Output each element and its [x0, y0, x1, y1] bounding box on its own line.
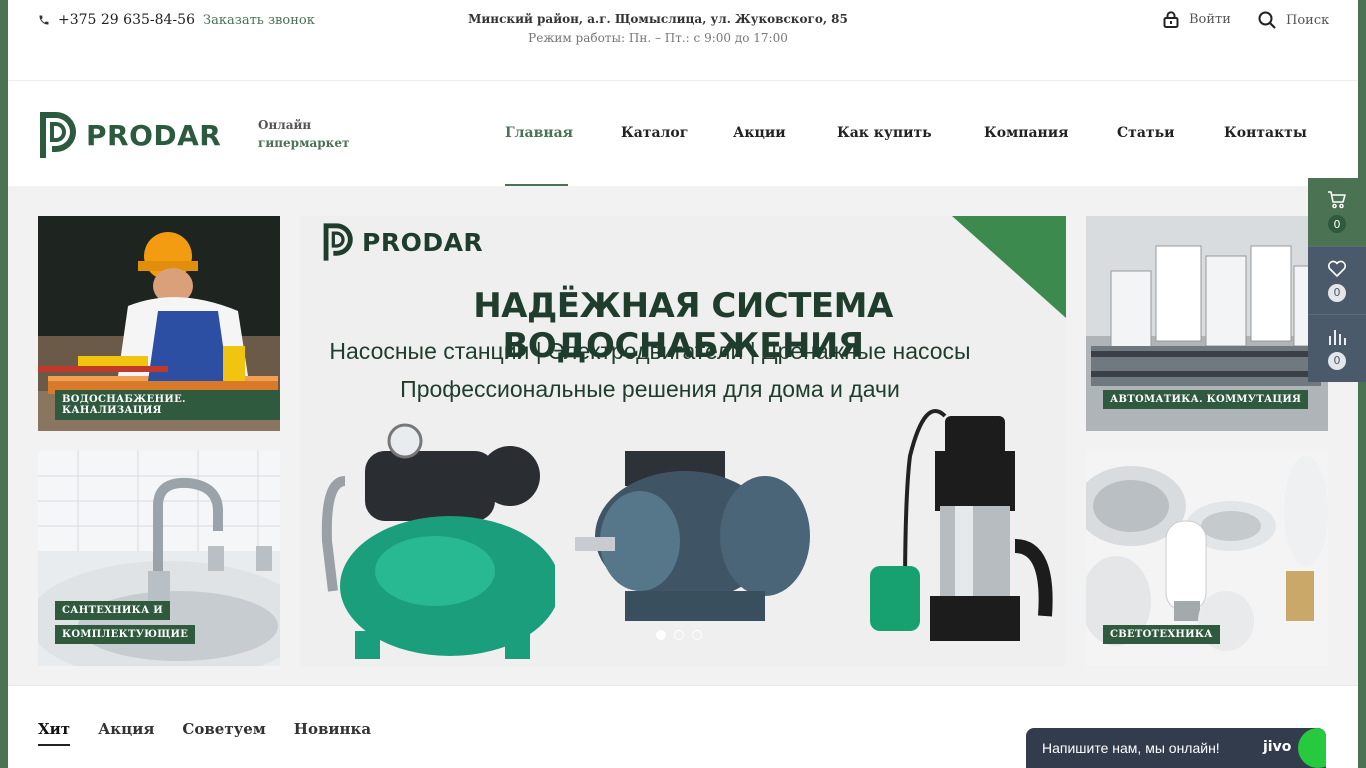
address-text: Минский район, а.г. Щомыслица, ул. Жуков… [468, 12, 848, 26]
cart-count: 0 [1328, 215, 1346, 233]
tagline-line1: Онлайн [258, 118, 312, 132]
tile-label-line1: САНТЕХНИКА И [55, 601, 171, 620]
nav-home[interactable]: Главная [505, 125, 573, 141]
chat-online-indicator-icon [1298, 728, 1326, 768]
nav-promotions[interactable]: Акции [733, 125, 786, 141]
tile-label: АВТОМАТИКА. КОММУТАЦИЯ [1103, 390, 1309, 409]
slider-dot-2[interactable] [674, 630, 684, 640]
compare-button[interactable]: 0 [1308, 314, 1366, 382]
lock-icon [1163, 11, 1179, 28]
chat-invite-text: Напишите нам, мы онлайн! [1042, 740, 1220, 756]
phone-icon [39, 15, 49, 25]
tile-label: ВОДОСНАБЖЕНИЕ. КАНАЛИЗАЦИЯ [55, 390, 280, 420]
nav-articles[interactable]: Статьи [1117, 125, 1174, 141]
tab-recommended[interactable]: Советуем [182, 720, 265, 746]
banner-subtitle-products: Насосные станции | Электродвигатели | Др… [329, 338, 971, 364]
phone-number: +375 29 635-84-56 [58, 12, 195, 28]
category-tile-water-supply[interactable]: ВОДОСНАБЖЕНИЕ. КАНАЛИЗАЦИЯ [38, 216, 280, 431]
cart-icon [1328, 191, 1346, 209]
cart-button[interactable]: 0 [1308, 178, 1366, 246]
drainage-pump-image [870, 409, 1053, 641]
favorites-count: 0 [1328, 283, 1346, 302]
search-icon [1258, 11, 1276, 29]
banner-logo-text: PRODAR [362, 227, 484, 257]
hero-section: ВОДОСНАБЖЕНИЕ. КАНАЛИЗАЦИЯ САНТЕХНИКА И … [8, 186, 1358, 686]
phone-link[interactable]: +375 29 635-84-56 [38, 12, 195, 28]
search-label: Поиск [1286, 12, 1330, 28]
tagline: Онлайн гипермаркет [258, 116, 349, 152]
logo-text: PRODAR [86, 118, 222, 152]
tagline-line2: гипермаркет [258, 136, 350, 150]
electric-motor-image [575, 451, 810, 621]
login-button[interactable]: Войти [1163, 11, 1231, 28]
tile-label: СВЕТОТЕХНИКА [1103, 625, 1220, 644]
compare-count: 0 [1328, 351, 1346, 370]
working-hours: Режим работы: Пн. – Пт.: с 9:00 до 17:00 [528, 31, 788, 45]
prodar-logo-icon [40, 112, 76, 158]
compare-chart-icon [1329, 329, 1346, 345]
slider-dot-3[interactable] [692, 630, 702, 640]
top-bar: +375 29 635-84-56 Заказать звонок Мински… [8, 0, 1358, 81]
nav-how-to-buy[interactable]: Как купить [837, 125, 932, 141]
chat-brand-logo: jivo [1263, 739, 1292, 755]
slider-dot-1[interactable] [656, 630, 666, 640]
banner-logo-icon [323, 223, 353, 261]
tile-label-line2: КОМПЛЕКТУЮЩИЕ [55, 625, 196, 644]
right-frame-border [1358, 0, 1366, 768]
pump-station-image [321, 423, 555, 659]
heart-icon [1327, 260, 1347, 277]
callback-link[interactable]: Заказать звонок [203, 13, 315, 28]
site-logo[interactable]: PRODAR [38, 110, 221, 160]
tab-new[interactable]: Новинка [294, 720, 371, 746]
category-tile-automation[interactable]: АВТОМАТИКА. КОММУТАЦИЯ [1086, 216, 1328, 431]
login-label: Войти [1189, 12, 1231, 27]
category-tile-lighting[interactable]: СВЕТОТЕХНИКА [1086, 451, 1328, 666]
nav-company[interactable]: Компания [984, 125, 1069, 141]
favorites-button[interactable]: 0 [1308, 246, 1366, 314]
chat-widget[interactable]: Напишите нам, мы онлайн! jivo [1026, 728, 1326, 768]
left-frame-border [0, 0, 8, 768]
product-tabs: Хит Акция Советуем Новинка [38, 720, 371, 746]
tab-hit[interactable]: Хит [38, 720, 71, 746]
page: +375 29 635-84-56 Заказать звонок Мински… [8, 0, 1358, 768]
nav-contacts[interactable]: Контакты [1224, 125, 1307, 141]
category-tile-sanitary[interactable]: САНТЕХНИКА И КОМПЛЕКТУЮЩИЕ [38, 451, 280, 666]
search-button[interactable]: Поиск [1258, 11, 1329, 29]
tab-promo[interactable]: Акция [98, 720, 154, 746]
nav-catalog[interactable]: Каталог [621, 125, 688, 141]
banner-logo: PRODAR [322, 220, 483, 264]
slider-dots [656, 630, 702, 640]
side-floating-panel: 0 0 0 [1308, 178, 1366, 382]
main-header: PRODAR Онлайн гипермаркет Главная Катало… [8, 82, 1358, 186]
hero-banner[interactable]: PRODAR НАДЁЖНАЯ СИСТЕМА ВОДОСНАБЖЕНИЯ На… [300, 216, 1066, 666]
